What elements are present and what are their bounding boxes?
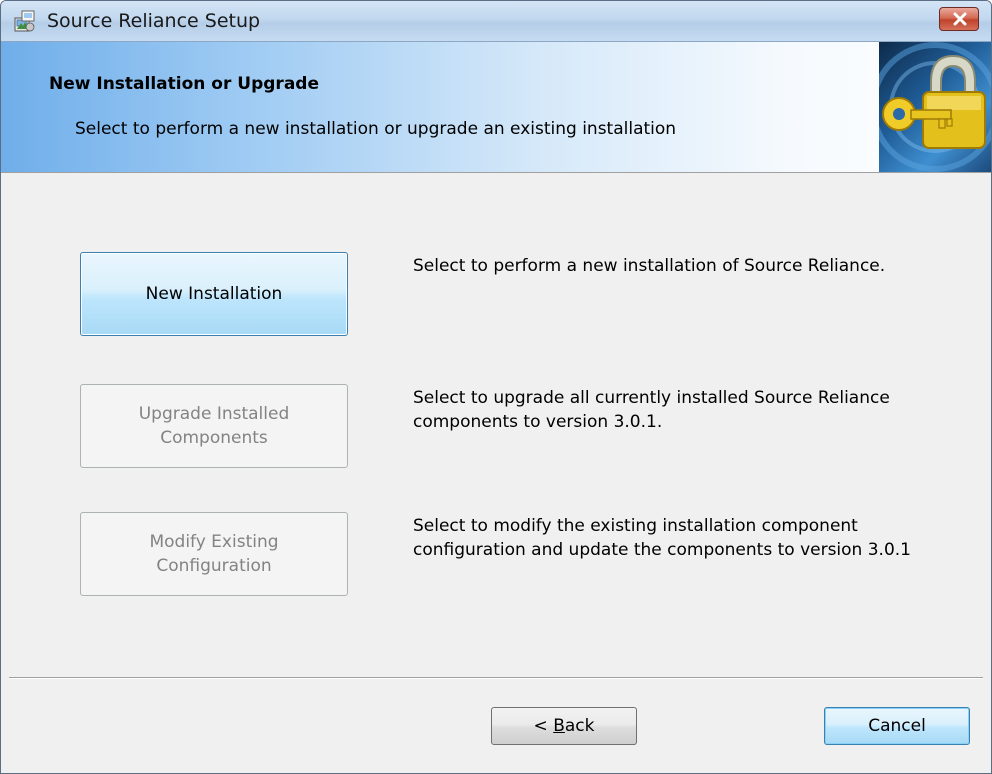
new-installation-button[interactable]: New Installation	[80, 252, 348, 336]
modify-configuration-label-line2: Configuration	[156, 556, 272, 576]
back-button-label: < Back	[534, 716, 595, 736]
back-prefix: <	[533, 716, 554, 736]
title-bar[interactable]: Source Reliance Setup	[1, 1, 991, 42]
footer-separator	[9, 677, 983, 679]
new-installation-label: New Installation	[145, 284, 283, 304]
cancel-button-label: Cancel	[868, 716, 926, 736]
modify-configuration-label-line1: Modify Existing	[149, 532, 279, 552]
window-title: Source Reliance Setup	[47, 10, 261, 32]
new-installation-description: Select to perform a new installation of …	[413, 256, 886, 276]
modify-configuration-description: Select to modify the existing installati…	[413, 516, 911, 560]
setup-window: Source Reliance Setup New Installation o…	[0, 0, 992, 774]
back-mnemonic: B	[553, 716, 565, 736]
upgrade-components-label-line1: Upgrade Installed	[138, 404, 290, 424]
close-button[interactable]	[939, 7, 979, 31]
upgrade-components-button[interactable]: Upgrade Installed Components	[80, 384, 348, 468]
modify-configuration-button[interactable]: Modify Existing Configuration	[80, 512, 348, 596]
upgrade-components-label-line2: Components	[160, 428, 268, 448]
back-button[interactable]: < Back	[491, 707, 637, 745]
header-banner: New Installation or Upgrade Select to pe…	[1, 42, 991, 173]
back-rest: ack	[564, 716, 595, 736]
banner-subtitle: Select to perform a new installation or …	[75, 119, 677, 139]
padlock-key-icon	[879, 42, 991, 172]
cancel-button[interactable]: Cancel	[824, 707, 970, 745]
banner-title: New Installation or Upgrade	[49, 74, 319, 94]
installer-icon	[13, 9, 37, 33]
upgrade-components-description: Select to upgrade all currently installe…	[413, 388, 890, 432]
